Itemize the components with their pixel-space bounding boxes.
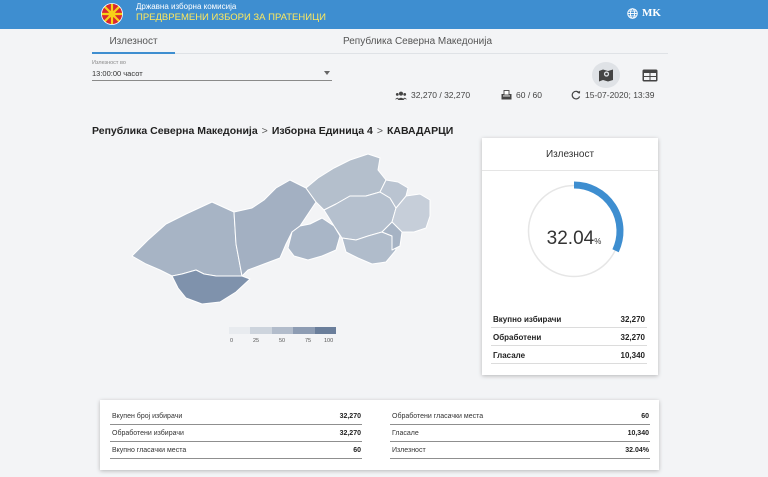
globe-icon xyxy=(627,7,638,19)
summary-row: Вкупно гласачки места 60 xyxy=(110,443,362,459)
tab-region[interactable]: Република Северна Македонија xyxy=(343,30,492,54)
turnout-unit: % xyxy=(594,237,602,246)
voters-stat: 32,270 / 32,270 xyxy=(395,90,470,100)
breadcrumb-unit[interactable]: Изборна Единица 4 xyxy=(272,125,373,137)
updated-stat: 15-07-2020; 13:39 xyxy=(571,90,654,100)
breadcrumb-country[interactable]: Република Северна Македонија xyxy=(92,125,258,137)
language-switcher[interactable]: MK xyxy=(627,7,661,19)
map-region-west[interactable] xyxy=(131,201,243,277)
summary-value: 60 xyxy=(353,447,361,454)
legend-swatch-4 xyxy=(293,327,315,334)
turnout-card: Излезност 32.04% Вкупно избирачи 32,270 … xyxy=(482,138,658,375)
breadcrumb: Република Северна Македонија > Изборна Еди… xyxy=(92,125,453,137)
org-name: Државна изборна комисија xyxy=(136,2,237,11)
card-row-total-voters: Вкупно избирачи 32,270 xyxy=(491,310,647,328)
summary-row: Вкупен број избирачи 32,270 xyxy=(110,409,362,425)
summary-value: 32,270 xyxy=(339,413,361,420)
voters-value: 32,270 / 32,270 xyxy=(411,90,471,100)
summary-label: Гласале xyxy=(392,430,419,437)
summary-label: Излезност xyxy=(392,447,426,454)
summary-row: Излезност 32.04% xyxy=(390,443,650,459)
card-row-value: 10,340 xyxy=(620,351,645,360)
turnout-time-label: Излезност во xyxy=(92,60,126,66)
election-name: ПРЕДВРЕМЕНИ ИЗБОРИ ЗА ПРАТЕНИЦИ xyxy=(136,12,326,23)
map-view-button[interactable] xyxy=(592,62,620,88)
turnout-card-title: Излезност xyxy=(482,138,658,171)
refresh-icon xyxy=(571,90,581,100)
turnout-time-select[interactable]: Излезност во 13:00:00 часот xyxy=(92,60,332,81)
summary-label: Вкупен број избирачи xyxy=(112,413,183,420)
legend-tick: 0 xyxy=(230,338,234,344)
top-bar: Државна изборна комисија ПРЕДВРЕМЕНИ ИЗБ… xyxy=(0,0,768,29)
legend-swatch-3 xyxy=(271,327,294,334)
summary-value: 10,340 xyxy=(627,430,649,437)
commission-logo xyxy=(101,3,123,25)
summary-row: Обработени избирачи 32,270 xyxy=(110,426,362,442)
card-row-processed: Обработени 32,270 xyxy=(491,328,647,346)
updated-value: 15-07-2020; 13:39 xyxy=(585,90,655,100)
map-legend: 0 25 50 75 100 xyxy=(229,327,337,347)
municipality-map[interactable] xyxy=(130,152,435,312)
summary-label: Обработени избирачи xyxy=(112,430,184,437)
card-row-label: Обработени xyxy=(493,333,542,342)
chevron-right-icon: > xyxy=(261,125,268,137)
card-row-label: Вкупно избирачи xyxy=(493,315,562,324)
polling-stations-stat: 60 / 60 xyxy=(501,90,542,100)
turnout-value: 32.04 xyxy=(546,228,595,249)
card-row-value: 32,270 xyxy=(620,315,645,324)
table-view-button[interactable] xyxy=(638,62,662,88)
tab-turnout[interactable]: Излезност xyxy=(92,30,175,54)
map-icon xyxy=(599,69,613,82)
legend-color-scale xyxy=(229,327,337,334)
table-icon xyxy=(642,69,658,81)
card-row-label: Гласале xyxy=(493,351,526,360)
card-row-value: 32,270 xyxy=(620,333,645,342)
summary-value: 60 xyxy=(641,413,649,420)
language-label: MK xyxy=(642,7,661,19)
legend-swatch-1 xyxy=(229,327,251,334)
turnout-time-value: 13:00:00 часот xyxy=(92,69,143,78)
card-row-voted: Гласале 10,340 xyxy=(491,346,647,364)
legend-tick: 50 xyxy=(279,338,286,344)
summary-label: Вкупно гласачки места xyxy=(112,447,187,454)
summary-panel: Вкупен број избирачи 32,270 Обработени и… xyxy=(100,400,659,470)
breadcrumb-municipality: КАВАДАРЦИ xyxy=(386,125,454,137)
chevron-right-icon: > xyxy=(376,125,383,137)
legend-swatch-5 xyxy=(314,327,337,334)
summary-label: Обработени гласачки места xyxy=(392,413,484,420)
legend-tick: 100 xyxy=(324,338,334,344)
legend-swatch-2 xyxy=(250,327,272,334)
legend-tick: 75 xyxy=(305,338,312,344)
summary-row: Гласале 10,340 xyxy=(390,426,650,442)
ballot-box-icon xyxy=(501,90,512,100)
summary-value: 32.04% xyxy=(625,447,649,454)
polling-stations-value: 60 / 60 xyxy=(516,90,542,100)
summary-value: 32,270 xyxy=(339,430,361,437)
people-icon xyxy=(395,91,407,100)
chevron-down-icon xyxy=(324,71,330,75)
turnout-percentage: 32.04% xyxy=(519,228,629,250)
legend-tick: 25 xyxy=(253,338,260,344)
tabs: Излезност Република Северна Македонија xyxy=(92,30,668,54)
summary-row: Обработени гласачки места 60 xyxy=(390,409,650,425)
